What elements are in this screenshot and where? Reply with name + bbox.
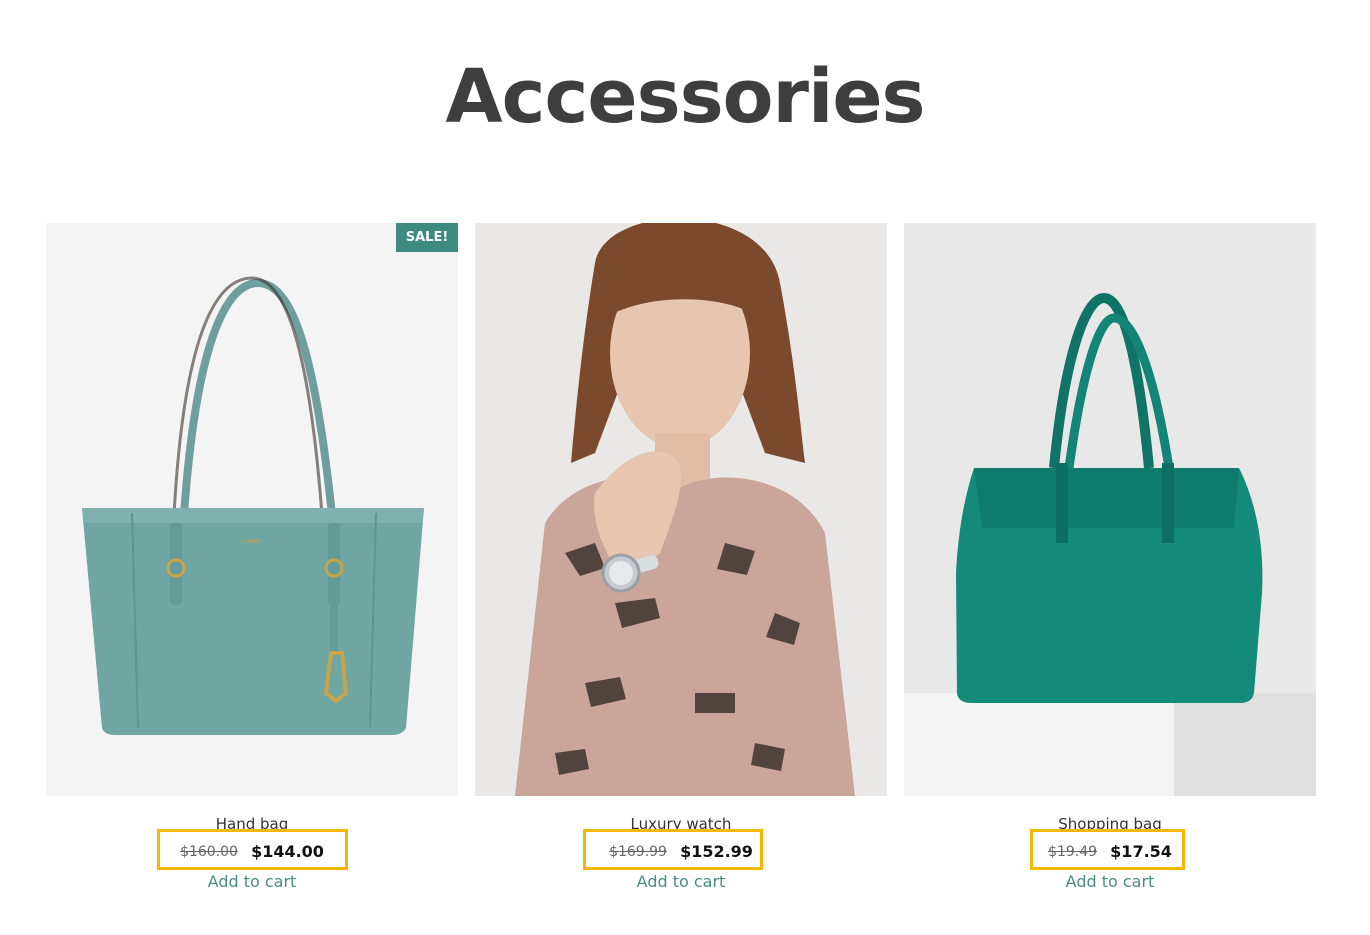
product-card-hand-bag: LAUREN SALE! Hand bag $160.00 $144.00 Ad… [46,223,458,892]
sale-badge: SALE! [396,223,458,252]
price-highlight-box [1030,829,1185,870]
product-card-shopping-bag: Shopping bag $19.49 $17.54 Add to cart [904,223,1316,892]
add-to-cart-button[interactable]: Add to cart [475,872,887,892]
product-image-luxury-watch[interactable] [475,223,887,796]
green-shopping-bag-image [904,223,1316,796]
woman-wearing-watch-image [475,223,887,796]
teal-tote-handbag-image: LAUREN [46,223,458,796]
product-image-shopping-bag[interactable] [904,223,1316,796]
add-to-cart-button[interactable]: Add to cart [904,872,1316,892]
product-card-luxury-watch: Luxury watch $169.99 $152.99 Add to cart [475,223,887,892]
svg-text:LAUREN: LAUREN [242,539,263,545]
price-highlight-box [583,829,763,870]
page-title: Accessories [445,54,925,140]
add-to-cart-button[interactable]: Add to cart [46,872,458,892]
accessories-page: Accessories LAUREN SALE! Hand bag $160.0… [0,0,1370,935]
price-highlight-box [157,829,348,870]
price-row: $19.49 $17.54 [904,829,1316,870]
price-row: $169.99 $152.99 [475,829,887,870]
product-image-hand-bag[interactable]: LAUREN SALE! [46,223,458,796]
price-row: $160.00 $144.00 [46,829,458,870]
